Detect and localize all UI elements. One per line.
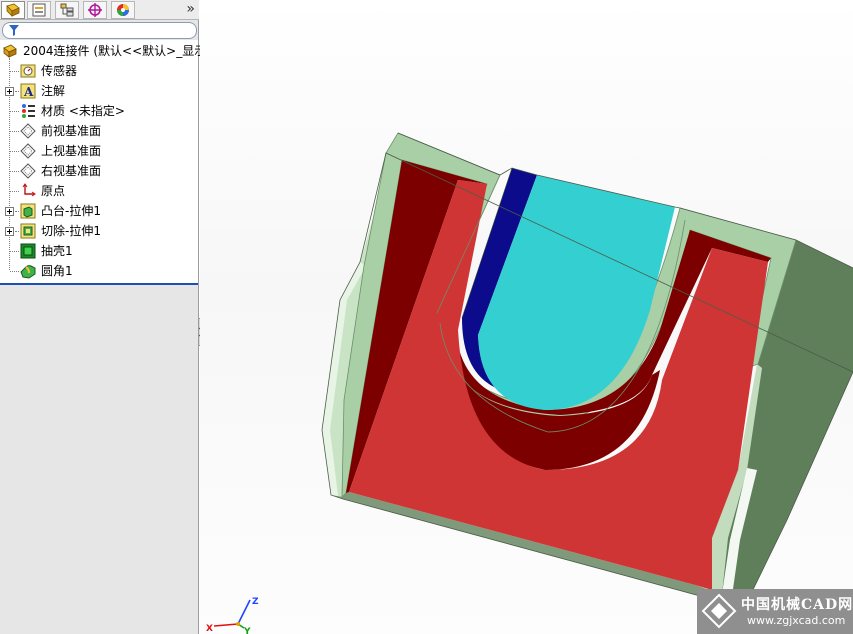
display-pie-icon bbox=[117, 4, 129, 16]
svg-text:A: A bbox=[23, 85, 34, 99]
triad-z-label: Z bbox=[252, 597, 259, 607]
tree-item-label: 圆角1 bbox=[41, 264, 73, 278]
watermark-logo-icon bbox=[701, 593, 737, 629]
tree-item-label: 右视基准面 bbox=[41, 164, 102, 178]
material-icon bbox=[22, 104, 35, 118]
tree-connector bbox=[15, 211, 19, 212]
watermark-title: 中国机械CAD网 bbox=[741, 597, 853, 613]
tree-connector bbox=[10, 271, 19, 272]
shell-icon bbox=[20, 243, 36, 259]
tree-item-material[interactable]: 材质 <未指定> bbox=[0, 101, 198, 121]
plane-icon bbox=[20, 143, 36, 159]
plane-icon bbox=[20, 123, 36, 139]
tree-item-top-plane[interactable]: 上视基准面 bbox=[0, 141, 198, 161]
tab-dimxpert-manager[interactable] bbox=[83, 1, 107, 19]
tree-item-label: 原点 bbox=[41, 184, 66, 198]
tree-item-boss-extrude[interactable]: 凸台-拉伸1 bbox=[0, 201, 198, 221]
expand-toggle[interactable] bbox=[5, 207, 14, 216]
tree-item-origin[interactable]: 原点 bbox=[0, 181, 198, 201]
triad-y-label: Y bbox=[243, 627, 251, 634]
tree-item-label: 传感器 bbox=[41, 64, 78, 78]
axis-triad: Z X Y bbox=[206, 597, 259, 634]
tree-item-annotations[interactable]: A 注解 bbox=[0, 81, 198, 101]
property-manager-icon bbox=[32, 3, 46, 17]
tree-item-label: 注解 bbox=[41, 84, 66, 98]
tab-property-manager[interactable] bbox=[27, 1, 51, 19]
sensor-icon bbox=[20, 64, 36, 78]
manager-tabs: » bbox=[0, 0, 199, 20]
watermark-url: www.zgjxcad.com bbox=[747, 614, 846, 627]
tree-connector bbox=[15, 91, 19, 92]
tree-connector bbox=[10, 111, 19, 112]
boss-extrude-icon bbox=[20, 203, 36, 219]
tree-connector bbox=[10, 71, 19, 72]
tree-item-label: 抽壳1 bbox=[41, 244, 73, 258]
feature-manager-icon bbox=[6, 3, 20, 17]
tab-feature-manager[interactable] bbox=[1, 1, 25, 19]
tree-item-label: 上视基准面 bbox=[41, 144, 102, 158]
3d-model-u-bracket[interactable] bbox=[200, 0, 853, 634]
tree-item-sensors[interactable]: 传感器 bbox=[0, 61, 198, 81]
tree-item-front-plane[interactable]: 前视基准面 bbox=[0, 121, 198, 141]
expand-toggle[interactable] bbox=[5, 87, 14, 96]
tree-item-cut-extrude[interactable]: 切除-拉伸1 bbox=[0, 221, 198, 241]
tree-connector bbox=[10, 191, 19, 192]
cut-extrude-icon bbox=[20, 223, 36, 239]
feature-manager-panel: » 2004连接件 (默认<<默认>_显示 传感器 A 注解 材质 <未指定> … bbox=[0, 0, 206, 634]
tree-item-label: 凸台-拉伸1 bbox=[41, 204, 101, 218]
tree-connector bbox=[15, 231, 19, 232]
origin-icon bbox=[22, 183, 36, 197]
annotation-icon: A bbox=[20, 83, 36, 99]
tree-root-label: 2004连接件 (默认<<默认>_显示 bbox=[23, 44, 207, 58]
tab-display-manager[interactable] bbox=[111, 1, 135, 19]
tree-connector bbox=[10, 131, 19, 132]
tree-bottom-rule bbox=[0, 283, 198, 285]
site-watermark: 中国机械CAD网 www.zgjxcad.com bbox=[697, 589, 853, 634]
graphics-viewport[interactable]: Z X Y 中国机械CAD网 www.zgjxcad.com bbox=[200, 0, 853, 634]
tree-item-shell[interactable]: 抽壳1 bbox=[0, 241, 198, 261]
part-icon bbox=[3, 44, 17, 58]
more-tabs-button[interactable]: » bbox=[186, 0, 195, 20]
configuration-manager-icon bbox=[60, 3, 74, 17]
triad-x-label: X bbox=[206, 624, 213, 634]
crosshair-icon bbox=[88, 3, 102, 17]
tree-root[interactable]: 2004连接件 (默认<<默认>_显示 bbox=[0, 41, 206, 61]
tree-connector bbox=[10, 151, 19, 152]
fillet-icon bbox=[20, 265, 36, 279]
tree-connector bbox=[10, 171, 19, 172]
filter-icon bbox=[9, 25, 19, 36]
tree-item-label: 切除-拉伸1 bbox=[41, 224, 101, 238]
expand-toggle[interactable] bbox=[5, 227, 14, 236]
tree-item-fillet[interactable]: 圆角1 bbox=[0, 261, 198, 281]
tab-configuration-manager[interactable] bbox=[55, 1, 79, 19]
tree-item-right-plane[interactable]: 右视基准面 bbox=[0, 161, 198, 181]
tree-item-label: 材质 <未指定> bbox=[41, 104, 125, 118]
tree-item-label: 前视基准面 bbox=[41, 124, 102, 138]
tree-connector bbox=[10, 251, 19, 252]
feature-tree: 2004连接件 (默认<<默认>_显示 传感器 A 注解 材质 <未指定> 前视… bbox=[0, 40, 206, 283]
plane-icon bbox=[20, 163, 36, 179]
tree-filter-input[interactable] bbox=[2, 22, 197, 39]
